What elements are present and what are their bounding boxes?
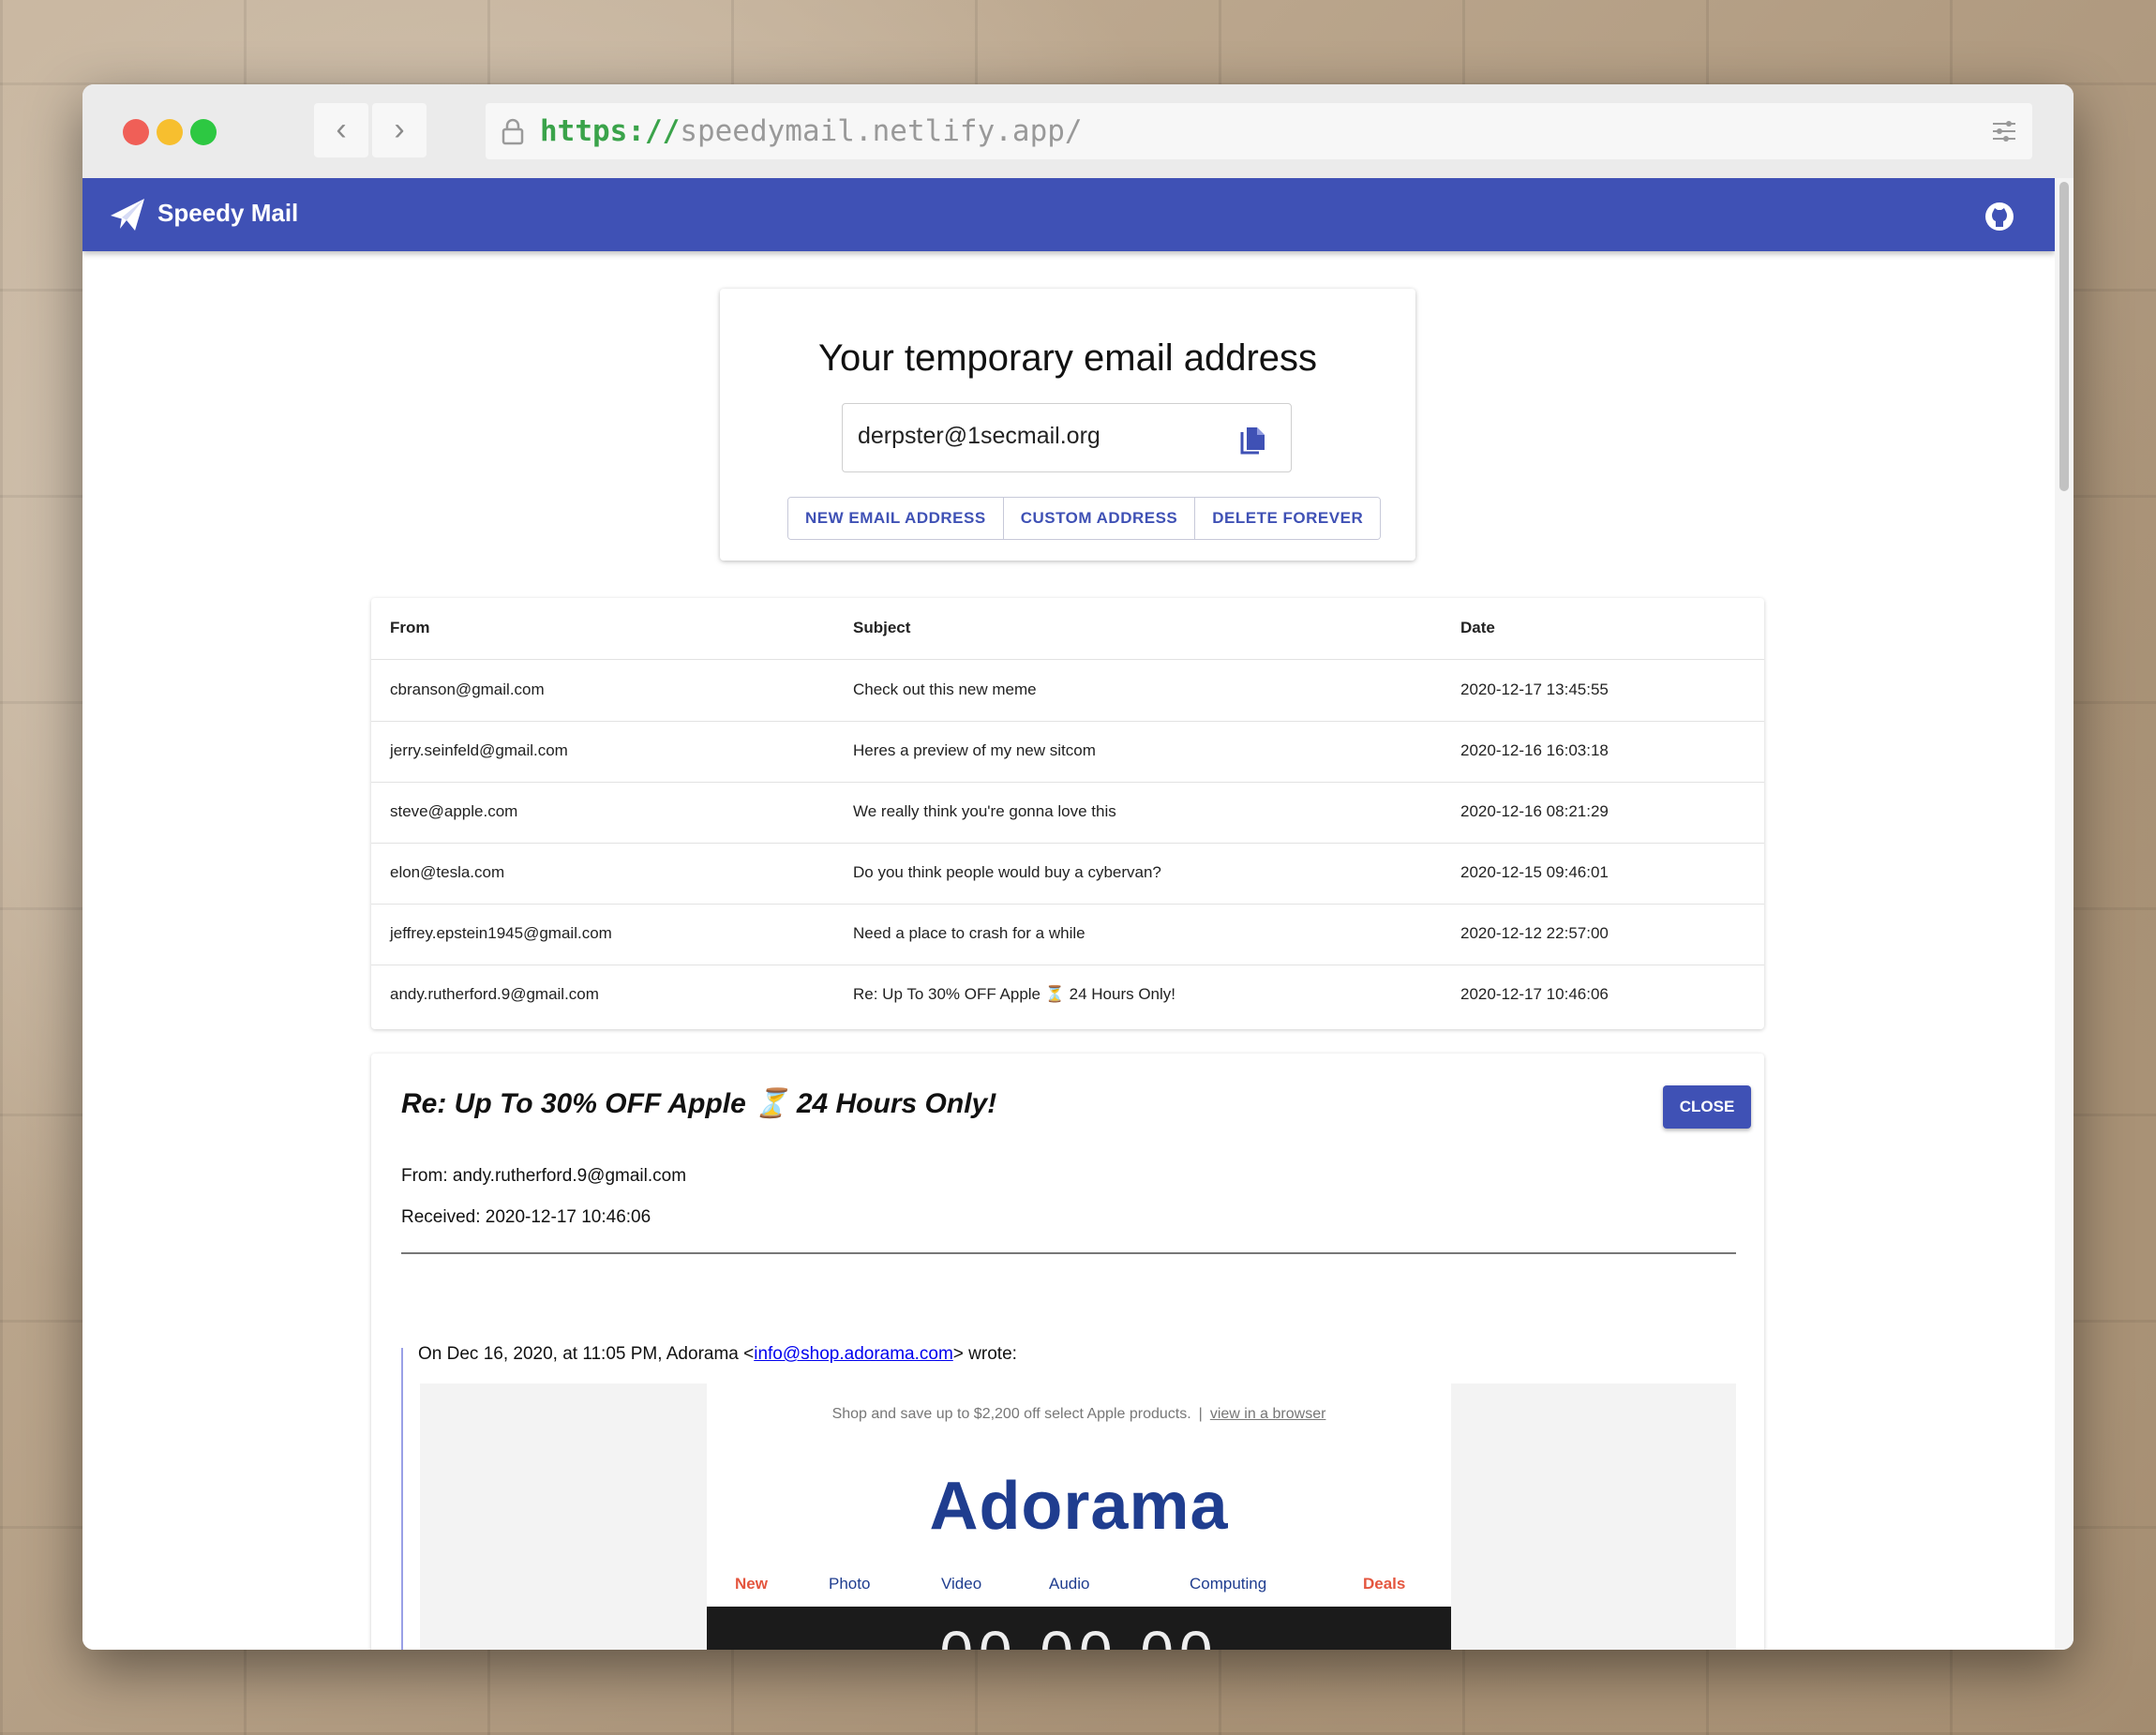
minimize-window-button[interactable] (157, 119, 183, 145)
table-row[interactable]: andy.rutherford.9@gmail.com Re: Up To 30… (371, 965, 1764, 1025)
chevron-left-icon: ‹ (336, 112, 347, 147)
url-scheme: https:// (540, 114, 681, 148)
newsletter-nav: New Photo Video Audio Computing Deals (707, 1575, 1451, 1597)
row-date: 2020-12-12 22:57:00 (1460, 924, 1609, 942)
nav-photo[interactable]: Photo (829, 1575, 870, 1593)
row-subject: Do you think people would buy a cybervan… (853, 863, 1161, 881)
newsletter: Shop and save up to $2,200 off select Ap… (707, 1384, 1451, 1650)
forward-button[interactable]: › (372, 103, 427, 157)
url-host: speedymail.netlify.app/ (680, 114, 1083, 148)
quote-bar (401, 1348, 403, 1650)
copy-icon[interactable] (1240, 426, 1266, 455)
email-address-field[interactable]: derpster@1secmail.org (842, 403, 1292, 472)
row-date: 2020-12-16 16:03:18 (1460, 741, 1609, 759)
paper-plane-icon (111, 199, 144, 231)
app-bar: Speedy Mail (82, 178, 2055, 251)
quote-prefix: On Dec 16, 2020, at 11:05 PM, Adorama < (418, 1344, 755, 1364)
inbox-table: From Subject Date cbranson@gmail.com Che… (371, 598, 1764, 1029)
browser-window: ‹ › https://speedymail.netlify.app/ Spee… (82, 84, 2074, 1650)
nav-new[interactable]: New (735, 1575, 768, 1593)
column-header-from: From (390, 619, 430, 636)
maximize-window-button[interactable] (190, 119, 217, 145)
page-viewport: Speedy Mail Your temporary email address… (82, 178, 2055, 1650)
address-bar[interactable]: https://speedymail.netlify.app/ (486, 103, 2019, 159)
chevron-right-icon: › (394, 112, 405, 147)
quote-suffix: > wrote: (952, 1344, 1017, 1364)
email-viewer: Re: Up To 30% OFF Apple ⏳ 24 Hours Only!… (371, 1054, 1764, 1650)
row-subject: Need a place to crash for a while (853, 924, 1085, 942)
table-header: From Subject Date (371, 598, 1764, 660)
promo-text: Shop and save up to $2,200 off select Ap… (831, 1406, 1191, 1422)
row-date: 2020-12-17 10:46:06 (1460, 985, 1609, 1003)
table-row[interactable]: elon@tesla.com Do you think people would… (371, 843, 1764, 905)
row-from: jerry.seinfeld@gmail.com (390, 741, 568, 759)
email-address-value: derpster@1secmail.org (858, 423, 1100, 449)
close-button[interactable]: CLOSE (1663, 1085, 1751, 1129)
view-in-browser-link[interactable]: view in a browser (1210, 1406, 1326, 1422)
nav-deals[interactable]: Deals (1363, 1575, 1405, 1593)
row-from: jeffrey.epstein1945@gmail.com (390, 924, 612, 942)
browser-titlebar: ‹ › https://speedymail.netlify.app/ (82, 84, 2074, 178)
column-header-date: Date (1460, 619, 1495, 636)
email-body: Shop and save up to $2,200 off select Ap… (420, 1384, 1736, 1650)
row-subject: Check out this new meme (853, 681, 1037, 698)
custom-address-button[interactable]: CUSTOM ADDRESS (1003, 498, 1196, 539)
app-title: Speedy Mail (157, 199, 299, 227)
row-date: 2020-12-16 08:21:29 (1460, 802, 1609, 820)
table-row[interactable]: cbranson@gmail.com Check out this new me… (371, 660, 1764, 722)
sender-email-link[interactable]: info@shop.adorama.com (754, 1344, 953, 1364)
github-icon[interactable] (1984, 201, 2015, 232)
back-button[interactable]: ‹ (314, 103, 368, 157)
nav-video[interactable]: Video (941, 1575, 981, 1593)
scrollbar-thumb[interactable] (2059, 182, 2069, 491)
row-from: andy.rutherford.9@gmail.com (390, 985, 599, 1003)
email-subject: Re: Up To 30% OFF Apple ⏳ 24 Hours Only! (401, 1088, 997, 1119)
lock-icon (502, 118, 524, 145)
row-subject: Re: Up To 30% OFF Apple ⏳ 24 Hours Only! (853, 985, 1176, 1003)
address-card: Your temporary email address derpster@1s… (720, 289, 1415, 561)
nav-computing[interactable]: Computing (1190, 1575, 1266, 1593)
close-window-button[interactable] (123, 119, 149, 145)
delete-forever-button[interactable]: DELETE FOREVER (1195, 498, 1381, 539)
quote-attribution: On Dec 16, 2020, at 11:05 PM, Adorama <i… (418, 1344, 1017, 1365)
email-received: Received: 2020-12-17 10:46:06 (401, 1207, 651, 1227)
address-heading: Your temporary email address (817, 337, 1318, 379)
row-from: elon@tesla.com (390, 863, 505, 881)
row-date: 2020-12-17 13:45:55 (1460, 681, 1609, 698)
row-date: 2020-12-15 09:46:01 (1460, 863, 1609, 881)
countdown-timer: 00 00 00 (707, 1607, 1451, 1650)
row-from: cbranson@gmail.com (390, 681, 545, 698)
row-from: steve@apple.com (390, 802, 518, 820)
table-row[interactable]: jeffrey.epstein1945@gmail.com Need a pla… (371, 904, 1764, 965)
new-email-address-button[interactable]: NEW EMAIL ADDRESS (788, 498, 1004, 539)
row-subject: We really think you're gonna love this (853, 802, 1116, 820)
nav-audio[interactable]: Audio (1049, 1575, 1089, 1593)
countdown-value: 00 00 00 (707, 1607, 1451, 1650)
promo-line: Shop and save up to $2,200 off select Ap… (707, 1406, 1451, 1423)
row-subject: Heres a preview of my new sitcom (853, 741, 1096, 759)
sliders-icon (1993, 121, 2015, 142)
promo-separator: | (1198, 1406, 1203, 1422)
table-row[interactable]: steve@apple.com We really think you're g… (371, 782, 1764, 844)
adorama-logo[interactable]: Adorama (707, 1468, 1451, 1545)
url-text: https://speedymail.netlify.app/ (540, 114, 1083, 148)
settings-button[interactable] (1976, 103, 2032, 159)
email-from: From: andy.rutherford.9@gmail.com (401, 1166, 687, 1186)
table-row[interactable]: jerry.seinfeld@gmail.com Heres a preview… (371, 721, 1764, 783)
scrollbar[interactable] (2055, 178, 2074, 1650)
column-header-subject: Subject (853, 619, 911, 636)
address-actions: NEW EMAIL ADDRESS CUSTOM ADDRESS DELETE … (787, 497, 1382, 540)
divider (401, 1252, 1736, 1254)
